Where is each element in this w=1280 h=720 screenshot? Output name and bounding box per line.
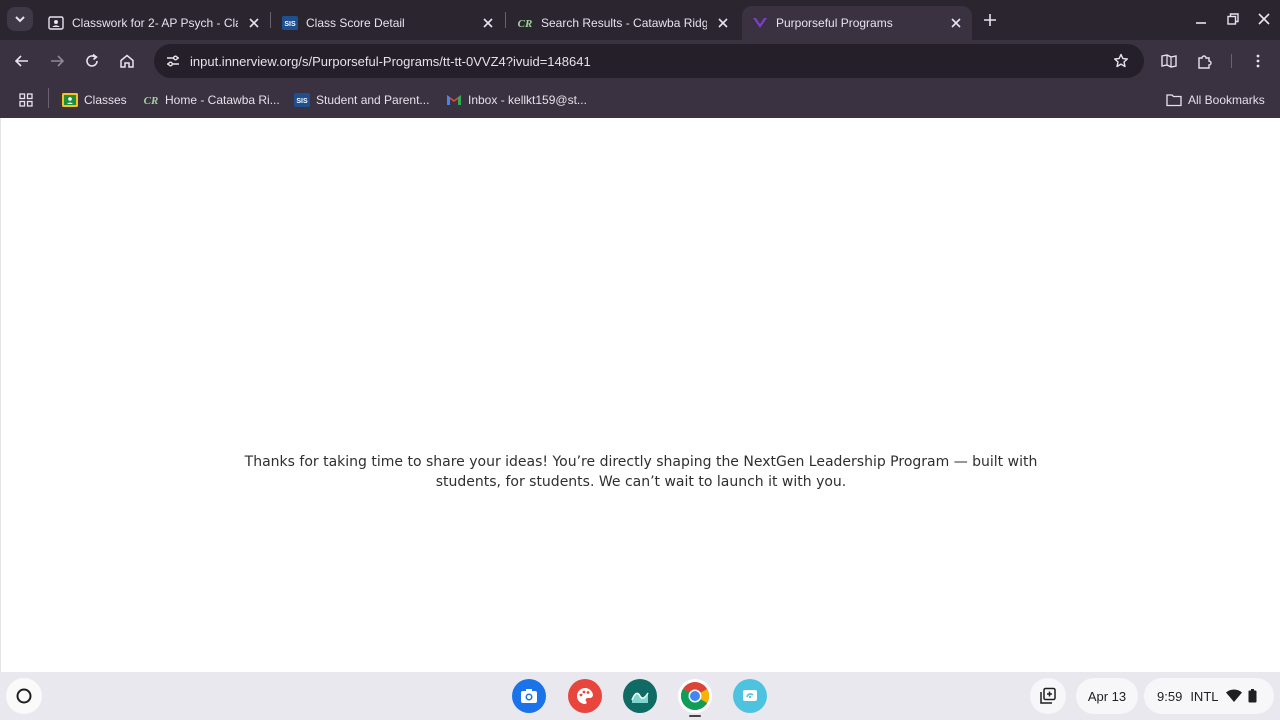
svg-text:SIS: SIS: [284, 21, 296, 28]
close-window-button[interactable]: [1253, 8, 1275, 30]
chevron-down-icon: [15, 16, 25, 23]
bookmarks-bar: Classes CR Home - Catawba Ri... SIS Stud…: [0, 82, 1280, 118]
thank-you-message: Thanks for taking time to share your ide…: [244, 454, 1038, 490]
new-tab-button[interactable]: [980, 10, 1000, 30]
apps-grid-icon: [18, 92, 34, 108]
toolbar-separator: [1231, 54, 1232, 68]
close-icon[interactable]: [948, 15, 964, 31]
google-classroom-icon: [48, 15, 64, 31]
input-method-text: INTL: [1190, 688, 1219, 704]
system-shelf: Apr 13 9:59 INTL: [0, 672, 1280, 720]
home-button[interactable]: [115, 49, 139, 73]
tab-separator: [270, 12, 271, 28]
wifi-icon: [1226, 689, 1243, 702]
tab-search-button[interactable]: [7, 7, 33, 31]
date-text: Apr 13: [1087, 688, 1127, 704]
tab-title: Purporseful Programs: [776, 16, 893, 30]
bookmark-label: Classes: [84, 93, 127, 107]
date-tray[interactable]: Apr 13: [1076, 678, 1138, 714]
svg-text:CR: CR: [518, 18, 533, 30]
tab-separator: [505, 12, 506, 28]
url-text[interactable]: input.innerview.org/s/Purporseful-Progra…: [190, 54, 591, 69]
restore-button[interactable]: [1222, 8, 1244, 30]
holding-space-icon: [1040, 687, 1056, 704]
close-icon[interactable]: [246, 15, 262, 31]
bookmark-classes[interactable]: Classes: [62, 90, 127, 110]
bookmarks-separator: [48, 88, 49, 108]
launcher-circle-icon: [16, 688, 32, 704]
reload-button[interactable]: [80, 49, 104, 73]
battery-icon: [1248, 689, 1257, 703]
extensions-button[interactable]: [1193, 49, 1217, 73]
svg-text:CR: CR: [144, 95, 159, 107]
sheets-wave-app-icon[interactable]: [623, 679, 657, 713]
catawba-ridge-icon: CR: [517, 15, 533, 31]
tab-search-results[interactable]: CR Search Results - Catawba Ridge: [507, 6, 739, 40]
back-button[interactable]: [10, 49, 34, 73]
reading-mode-icon: [1161, 54, 1177, 68]
google-classroom-icon: [62, 92, 78, 108]
minimize-button[interactable]: [1190, 8, 1212, 30]
forward-button[interactable]: [45, 49, 69, 73]
holding-space-button[interactable]: [1030, 678, 1066, 714]
home-icon: [120, 54, 134, 68]
menu-button[interactable]: [1246, 49, 1270, 73]
active-app-indicator: [689, 715, 701, 717]
svg-text:SIS: SIS: [296, 98, 308, 105]
status-tray[interactable]: 9:59 INTL: [1144, 678, 1274, 714]
restore-icon: [1227, 13, 1239, 25]
apps-button[interactable]: [18, 90, 40, 110]
gmail-icon: [446, 92, 462, 108]
more-vert-icon: [1256, 54, 1260, 68]
site-settings-icon[interactable]: [162, 51, 184, 71]
tab-title: Class Score Detail: [306, 16, 405, 30]
toolbar: input.innerview.org/s/Purporseful-Progra…: [0, 40, 1280, 82]
tab-title: Classwork for 2- AP Psych - Cla: [72, 16, 238, 30]
arrow-left-icon: [14, 55, 28, 67]
tab-class-score-detail[interactable]: SIS Class Score Detail: [272, 6, 504, 40]
bookmark-label: Student and Parent...: [316, 93, 430, 107]
tab-purporseful-programs[interactable]: Purporseful Programs: [742, 6, 972, 40]
sis-icon: SIS: [294, 92, 310, 108]
chrome-app-icon[interactable]: [678, 679, 712, 713]
page-content: Thanks for taking time to share your ide…: [0, 118, 1280, 672]
bookmark-label: Home - Catawba Ri...: [165, 93, 280, 107]
folder-icon: [1166, 92, 1182, 108]
close-icon[interactable]: [715, 15, 731, 31]
bookmark-student-parent[interactable]: SIS Student and Parent...: [294, 90, 429, 110]
bookmark-star-icon[interactable]: [1112, 52, 1130, 70]
puzzle-icon: [1198, 55, 1212, 69]
bookmark-label: Inbox - kellkt159@st...: [468, 93, 587, 107]
bookmark-inbox[interactable]: Inbox - kellkt159@st...: [446, 90, 587, 110]
close-icon: [1258, 13, 1270, 25]
arrow-right-icon: [51, 55, 65, 67]
tab-classwork[interactable]: Classwork for 2- AP Psych - Cla: [38, 6, 270, 40]
all-bookmarks-label: All Bookmarks: [1188, 93, 1265, 107]
bookmark-home-catawba[interactable]: CR Home - Catawba Ri...: [143, 90, 280, 110]
launcher-button[interactable]: [6, 678, 42, 714]
catawba-ridge-icon: CR: [143, 92, 159, 108]
tab-title: Search Results - Catawba Ridge: [541, 16, 707, 30]
tab-strip: Classwork for 2- AP Psych - Cla SIS Clas…: [0, 0, 1280, 40]
screencast-app-icon[interactable]: [733, 679, 767, 713]
address-bar[interactable]: input.innerview.org/s/Purporseful-Progra…: [154, 44, 1144, 78]
reload-icon: [86, 53, 98, 67]
reading-mode-button[interactable]: [1157, 49, 1181, 73]
canvas-app-icon[interactable]: [568, 679, 602, 713]
time-text: 9:59: [1157, 688, 1183, 704]
sis-icon: SIS: [282, 15, 298, 31]
plus-icon: [984, 14, 996, 26]
innerview-icon: [752, 15, 768, 31]
camera-app-icon[interactable]: [512, 679, 546, 713]
minimize-icon: [1196, 22, 1206, 24]
close-icon[interactable]: [480, 15, 496, 31]
all-bookmarks-button[interactable]: All Bookmarks: [1166, 90, 1265, 110]
